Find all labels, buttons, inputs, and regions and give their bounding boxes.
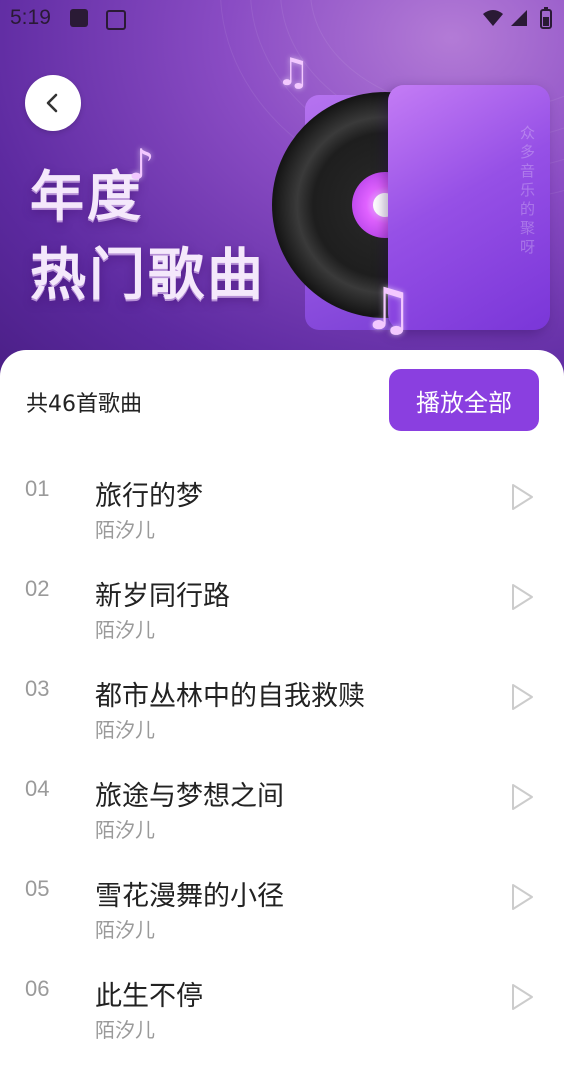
song-number: 03 — [25, 676, 50, 701]
signal-icon — [511, 10, 527, 26]
play-icon[interactable] — [506, 782, 536, 812]
song-row[interactable]: 06 此生不停 陌汐儿 — [0, 966, 564, 1066]
song-artist: 陌汐儿 — [95, 818, 155, 842]
song-number: 02 — [25, 576, 50, 601]
song-title: 新岁同行路 — [95, 581, 230, 612]
song-number: 05 — [25, 876, 50, 901]
music-note-icon: ♫ — [362, 275, 414, 343]
song-artist: 陌汐儿 — [95, 618, 155, 642]
song-title: 旅行的梦 — [95, 481, 203, 512]
song-title: 旅途与梦想之间 — [95, 781, 284, 812]
hero-banner: 5:19 年度 热门歌曲 ♪ 众多音乐的聚呀 ♫ ♫ — [0, 0, 564, 380]
hero-title-line2: 热门歌曲 — [30, 243, 266, 308]
song-artist: 陌汐儿 — [95, 1018, 155, 1042]
song-count: 共46首歌曲 — [26, 392, 142, 417]
status-bar: 5:19 — [0, 0, 564, 36]
play-icon[interactable] — [506, 482, 536, 512]
song-row[interactable]: 01 旅行的梦 陌汐儿 — [0, 466, 564, 566]
play-icon[interactable] — [506, 882, 536, 912]
song-number: 01 — [25, 476, 50, 501]
song-row[interactable]: 02 新岁同行路 陌汐儿 — [0, 566, 564, 666]
song-artist: 陌汐儿 — [95, 518, 155, 542]
song-title: 都市丛林中的自我救赎 — [95, 681, 365, 712]
status-time: 5:19 — [10, 6, 51, 29]
play-icon[interactable] — [506, 682, 536, 712]
back-button[interactable] — [25, 75, 81, 131]
play-icon[interactable] — [506, 982, 536, 1012]
wifi-icon — [483, 10, 503, 26]
song-artist: 陌汐儿 — [95, 918, 155, 942]
play-all-button[interactable]: 播放全部 — [389, 369, 539, 431]
song-title: 此生不停 — [95, 981, 203, 1012]
music-note-icon: ♪ — [128, 140, 155, 189]
playlist-panel: 共46首歌曲 播放全部 01 旅行的梦 陌汐儿 02 新岁同行路 陌汐儿 03 … — [0, 350, 564, 1042]
song-row[interactable]: 05 雪花漫舞的小径 陌汐儿 — [0, 866, 564, 966]
notification-icon — [70, 9, 88, 27]
song-row[interactable]: 03 都市丛林中的自我救赎 陌汐儿 — [0, 666, 564, 766]
card-handwriting: 众多音乐的聚呀 — [518, 125, 536, 258]
app-notification-icon — [106, 10, 126, 30]
play-icon[interactable] — [506, 582, 536, 612]
chevron-left-icon — [46, 93, 58, 113]
song-artist: 陌汐儿 — [95, 718, 155, 742]
battery-icon — [540, 7, 552, 29]
song-number: 06 — [25, 976, 50, 1001]
hero-title-line1: 年度 — [30, 165, 144, 228]
song-row[interactable]: 04 旅途与梦想之间 陌汐儿 — [0, 766, 564, 866]
music-note-icon: ♫ — [276, 50, 311, 94]
song-number: 04 — [25, 776, 50, 801]
song-title: 雪花漫舞的小径 — [95, 881, 284, 912]
